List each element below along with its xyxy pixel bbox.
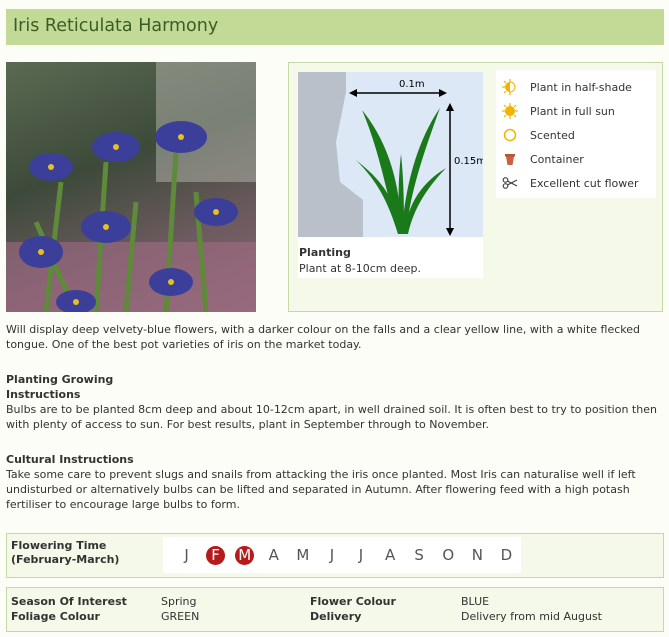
planting-heading-line1: Planting Growing	[6, 373, 114, 386]
month-dec: D	[500, 546, 513, 564]
planting-heading: Planting Growing Instructions	[6, 373, 113, 402]
foliage-colour-value: GREEN	[161, 610, 200, 623]
attribute-cut-flower: Excellent cut flower	[496, 171, 656, 195]
attribute-label: Plant in half-shade	[530, 80, 632, 94]
season-key: Season Of Interest	[11, 595, 127, 608]
flower-colour-value: BLUE	[461, 595, 490, 608]
cultural-text: Take some care to prevent slugs and snai…	[6, 468, 636, 511]
attribute-scented: Scented	[496, 123, 656, 147]
month-may: M	[296, 546, 310, 564]
month-apr: A	[268, 546, 279, 564]
month-jun: J	[329, 546, 335, 564]
month-nov: N	[471, 546, 483, 564]
attribute-full-sun: Plant in full sun	[496, 99, 656, 123]
width-label: 0.1m	[399, 79, 425, 90]
attribute-list: Plant in half-shade Plant in full sun Sc…	[496, 70, 656, 198]
page-title: Iris Reticulata Harmony	[13, 16, 219, 36]
month-jul: J	[358, 546, 364, 564]
season-value: Spring	[161, 595, 197, 608]
height-label: 0.15m	[454, 156, 483, 167]
month-jan: J	[184, 546, 189, 564]
flower-colour-key: Flower Colour	[310, 595, 396, 608]
details-box: Season Of Interest Spring Flower Colour …	[6, 587, 664, 632]
foliage-colour-key: Foliage Colour	[11, 610, 100, 623]
planting-text: Bulbs are to be planted 8cm deep and abo…	[6, 403, 657, 431]
flowering-time-box: Flowering Time (February-March) J F M A …	[6, 533, 664, 578]
delivery-value: Delivery from mid August	[461, 610, 602, 623]
description-text: Will display deep velvety-blue flowers, …	[6, 323, 641, 351]
month-aug: A	[384, 546, 396, 564]
month-mar-active: M	[230, 545, 259, 565]
half-shade-icon	[502, 79, 518, 95]
attribute-label: Plant in full sun	[530, 104, 615, 118]
scissors-icon	[502, 175, 518, 191]
attribute-label: Container	[530, 152, 584, 166]
month-strip: J F M A M J J A S O N D	[163, 537, 521, 573]
planting-depth-text: Plant at 8-10cm deep.	[299, 262, 421, 275]
flowering-label: Flowering Time (February-March)	[11, 539, 119, 567]
month-feb-active: F	[201, 545, 230, 565]
attribute-half-shade: Plant in half-shade	[496, 75, 656, 99]
title-bar: Iris Reticulata Harmony	[6, 9, 664, 45]
scented-icon	[502, 127, 518, 143]
flowering-label-line1: Flowering Time	[11, 539, 107, 552]
container-icon	[502, 151, 518, 167]
cultural-heading: Cultural Instructions	[6, 453, 134, 466]
month-oct: O	[442, 546, 455, 564]
product-photo	[6, 62, 256, 312]
planting-heading-line2: Instructions	[6, 387, 81, 401]
attribute-label: Scented	[530, 128, 575, 142]
month-sep: S	[414, 546, 424, 564]
planting-label: Planting	[299, 246, 351, 259]
full-sun-icon	[502, 103, 518, 119]
attribute-container: Container	[496, 147, 656, 171]
delivery-key: Delivery	[310, 610, 362, 623]
flowering-label-line2: (February-March)	[11, 553, 120, 566]
attribute-label: Excellent cut flower	[530, 176, 639, 190]
